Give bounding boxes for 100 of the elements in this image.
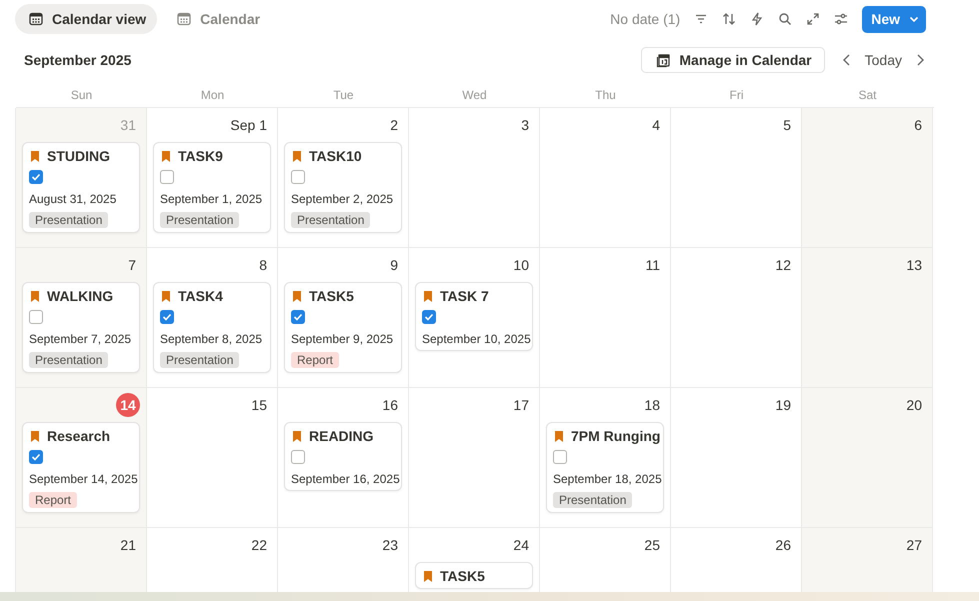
expand-icon[interactable] — [806, 12, 820, 26]
weekday-label: Sun — [70, 88, 94, 102]
date-number: 11 — [645, 257, 660, 273]
bookmark-icon — [555, 430, 563, 442]
event-date: August 31, 2025 — [29, 192, 116, 206]
new-button[interactable]: New — [862, 6, 926, 32]
event-title: 7PM Runging — [571, 428, 660, 444]
date-number: 6 — [914, 117, 922, 133]
weekday-label: Mon — [200, 88, 226, 102]
event-date: September 14, 2025 — [29, 472, 138, 486]
checkbox[interactable] — [29, 450, 43, 464]
checkbox[interactable] — [29, 170, 43, 184]
checkmark-icon — [31, 452, 41, 462]
event-tag: Presentation — [160, 352, 240, 368]
date-number: 8 — [259, 257, 267, 273]
event-date: September 8, 2025 — [160, 332, 262, 346]
event-tag: Presentation — [29, 352, 108, 368]
event-tag: Presentation — [160, 212, 240, 228]
bookmark-icon — [31, 150, 39, 162]
lightning-icon[interactable] — [750, 12, 764, 26]
event-title: STUDING — [47, 148, 110, 164]
event-card[interactable]: TASK10 September 2, 2025 Presentation — [284, 142, 402, 233]
checkbox[interactable] — [291, 310, 305, 324]
checkmark-icon — [162, 312, 172, 322]
event-tag: Presentation — [29, 212, 108, 228]
bookmark-icon — [424, 290, 432, 302]
bookmark-icon — [162, 290, 170, 302]
checkbox[interactable] — [553, 450, 567, 464]
event-title: TASK5 — [309, 288, 354, 304]
calendar-icon — [656, 52, 672, 68]
date-number: 18 — [644, 397, 660, 413]
today-date-badge: 14 — [116, 393, 140, 417]
date-number: 17 — [513, 397, 529, 413]
event-title: TASK10 — [309, 148, 362, 164]
event-card[interactable]: TASK4 September 8, 2025 Presentation — [153, 282, 271, 373]
date-number: 22 — [251, 537, 267, 553]
date-number: 12 — [775, 257, 791, 273]
weekday-label: Thu — [594, 88, 617, 102]
event-title: TASK9 — [178, 148, 223, 164]
bookmark-icon — [293, 290, 301, 302]
event-card[interactable]: TASK5 September 9, 2025 Report — [284, 282, 402, 373]
date-number: 3 — [521, 117, 529, 133]
date-number: 21 — [120, 537, 136, 553]
checkmark-icon — [293, 312, 303, 322]
weekday-label: Wed — [461, 88, 488, 102]
checkmark-icon — [31, 172, 41, 182]
event-card[interactable]: 7PM Runging September 18, 2025 Presentation — [546, 422, 664, 513]
date-number: Sep 1 — [230, 117, 267, 133]
event-date: September 10, 2025 — [422, 332, 531, 346]
date-number: 26 — [775, 537, 791, 553]
event-date: September 9, 2025 — [291, 332, 394, 346]
event-title: Research — [47, 428, 110, 444]
date-number: 9 — [390, 257, 398, 273]
date-number: 16 — [382, 397, 398, 413]
event-card[interactable]: TASK9 September 1, 2025 Presentation — [153, 142, 271, 233]
event-date: September 2, 2025 — [291, 192, 394, 206]
date-number: 31 — [120, 117, 136, 133]
date-number: 2 — [390, 117, 398, 133]
weekday-label: Tue — [332, 88, 355, 102]
event-card[interactable]: TASK5 — [415, 562, 533, 589]
date-number: 20 — [906, 397, 922, 413]
calendar-icon — [177, 12, 192, 26]
checkbox[interactable] — [291, 450, 305, 464]
event-card[interactable]: TASK 7 September 10, 2025 — [415, 282, 533, 351]
date-number: 15 — [251, 397, 267, 413]
manage-in-calendar-button[interactable]: Manage in Calendar — [641, 47, 825, 73]
bookmark-icon — [162, 150, 170, 162]
checkbox[interactable] — [29, 310, 43, 324]
event-tag: Report — [291, 352, 340, 368]
date-number: 7 — [128, 257, 136, 273]
event-title: TASK 7 — [440, 288, 489, 304]
bookmark-icon — [31, 430, 39, 442]
sort-icon[interactable] — [722, 12, 736, 26]
filter-icon[interactable] — [694, 12, 708, 26]
view-tab[interactable]: Calendar view — [15, 4, 158, 34]
checkbox[interactable] — [160, 310, 174, 324]
bookmark-icon — [293, 430, 301, 442]
date-number: 10 — [513, 257, 529, 273]
event-card[interactable]: STUDING August 31, 2025 Presentation — [22, 142, 140, 233]
event-card[interactable]: READING September 16, 2025 — [284, 422, 402, 491]
checkbox[interactable] — [160, 170, 174, 184]
settings-icon[interactable] — [834, 12, 848, 26]
event-date: September 7, 2025 — [29, 332, 132, 346]
event-card[interactable]: WALKING September 7, 2025 Presentation — [22, 282, 140, 373]
event-tag: Presentation — [291, 212, 370, 228]
checkbox[interactable] — [291, 170, 305, 184]
checkbox[interactable] — [422, 310, 436, 324]
event-card[interactable]: Research September 14, 2025 Report — [22, 422, 140, 513]
event-tag: Report — [29, 492, 78, 508]
bookmark-icon — [424, 570, 432, 582]
event-date: September 18, 2025 — [553, 472, 662, 486]
event-title: WALKING — [47, 288, 114, 304]
search-icon[interactable] — [778, 12, 792, 26]
today-button[interactable]: Today — [864, 52, 902, 68]
date-number: 5 — [783, 117, 791, 133]
event-date: September 1, 2025 — [160, 192, 262, 206]
event-title: TASK4 — [178, 288, 223, 304]
date-number: 25 — [644, 537, 660, 553]
date-number: 23 — [382, 537, 398, 553]
weekday-label: Sat — [857, 88, 878, 102]
